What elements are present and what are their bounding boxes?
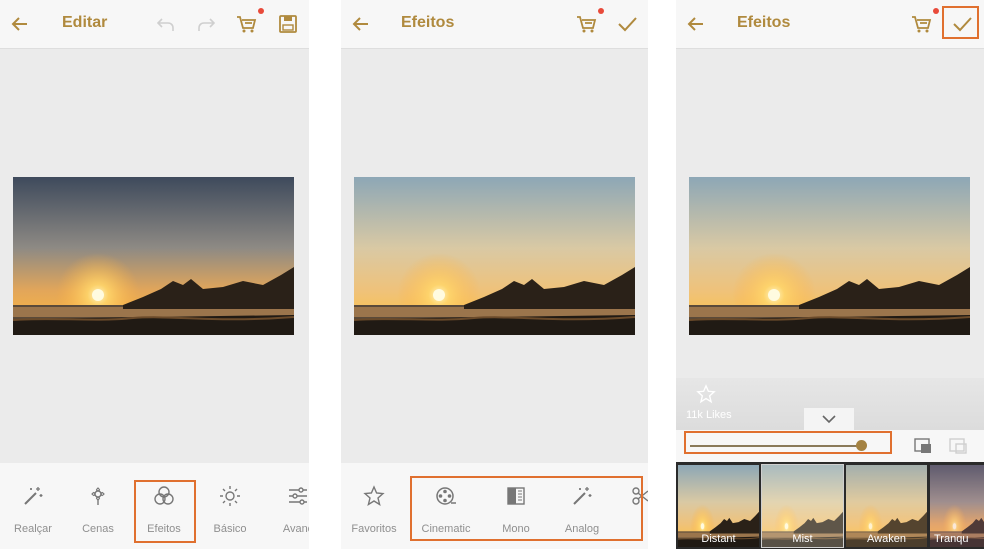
notification-badge [258,8,264,14]
intensity-row [676,430,984,462]
cart-icon[interactable] [909,12,933,36]
film-reel-icon [436,487,456,505]
tool-efeitos[interactable]: Efeitos [134,463,194,549]
category-label: Mono [502,523,530,535]
filter-thumb-mist[interactable]: Mist [761,464,844,548]
tool-avancado[interactable]: Avanç [268,463,309,549]
notification-badge [933,8,939,14]
redo-icon[interactable] [194,12,218,36]
page-title: Efeitos [737,14,791,31]
tool-label: Cenas [82,523,114,535]
tool-label: Avanç [282,523,309,535]
notification-badge [598,8,604,14]
tool-label: Realçar [14,523,52,535]
scene-flower-icon [91,487,105,505]
page-title: Editar [62,14,108,31]
effects-circles-icon [154,486,174,505]
filter-header: Efeitos [676,0,984,49]
tool-basico[interactable]: Básico [200,463,260,549]
intensity-slider-thumb[interactable] [856,440,867,451]
filter-label: Distant [701,533,736,545]
filter-thumb-tranquil[interactable]: Tranqu [930,465,984,547]
filter-thumb-distant[interactable]: Distant [678,465,759,547]
category-cinematic[interactable]: Cinematic [416,463,476,549]
star-icon [363,485,385,507]
collapse-button[interactable] [804,408,854,430]
page-title: Efeitos [401,14,455,31]
undo-icon[interactable] [154,12,178,36]
effects-header: Efeitos [341,0,648,49]
filter-label: Tranqu [934,533,969,545]
effects-panel: Efeitos Favoritos Cinematic Mono Analog [341,0,648,549]
magic-wand-icon [573,487,592,505]
category-favoritos[interactable]: Favoritos [344,463,404,549]
filter-panel: Efeitos 11k Likes Distant Mist Awaken Tr… [676,0,984,549]
scissors-icon [632,487,648,505]
tool-label: Efeitos [147,523,181,535]
cart-icon[interactable] [574,12,598,36]
favorite-star-icon[interactable] [696,384,716,404]
category-label: Analog [564,523,600,535]
tool-cenas[interactable]: Cenas [68,463,128,549]
category-mono[interactable]: Mono [486,463,546,549]
mono-bw-icon [507,487,525,505]
compare-icon[interactable] [913,437,933,455]
sliders-icon [289,487,307,505]
category-analog[interactable]: Analog [552,463,612,549]
save-icon[interactable] [276,12,300,36]
cart-icon[interactable] [234,12,258,36]
photo-preview [13,177,294,335]
photo-preview [689,177,970,335]
back-arrow-icon[interactable] [8,12,32,36]
intensity-slider-track[interactable] [690,445,860,447]
category-more[interactable] [631,463,648,549]
checkmark-icon[interactable] [950,12,974,36]
chevron-down-icon [822,415,836,424]
effect-categories-bar: Favoritos Cinematic Mono Analog [341,463,648,549]
category-label: Cinematic [421,523,471,535]
filter-label: Awaken [867,533,906,545]
overlay-icon[interactable] [948,437,968,455]
filter-thumb-awaken[interactable]: Awaken [846,465,927,547]
category-label: Favoritos [351,523,397,535]
editor-header: Editar [0,0,309,49]
tool-bar: Realçar Cenas Efeitos Básico Avanç [0,463,309,549]
likes-count: 11k Likes [686,409,732,421]
filter-label: Mist [792,533,813,545]
tool-realcar[interactable]: Realçar [3,463,63,549]
brightness-sun-icon [220,486,240,506]
back-arrow-icon[interactable] [349,12,373,36]
photo-preview [354,177,635,335]
filter-strip: Distant Mist Awaken Tranqu [676,462,984,549]
tool-label: Básico [213,523,247,535]
back-arrow-icon[interactable] [684,12,708,36]
magic-wand-icon [24,487,43,505]
editor-panel: Editar Realçar Cenas Efeitos Básico Avan [0,0,309,549]
checkmark-icon[interactable] [615,12,639,36]
